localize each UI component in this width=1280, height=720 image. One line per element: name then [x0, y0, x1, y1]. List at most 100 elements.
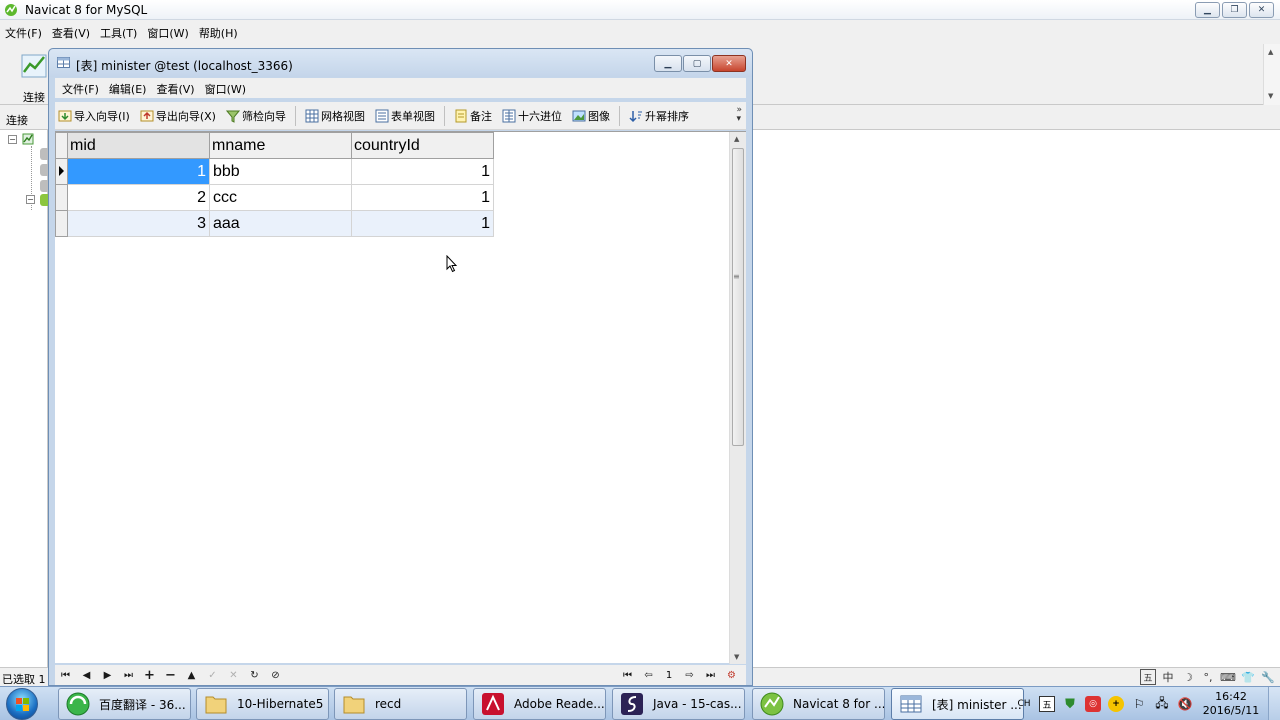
table-row[interactable]: 1 bbb 1 — [55, 158, 494, 185]
scroll-thumb[interactable] — [732, 148, 744, 446]
row-indicator[interactable] — [55, 184, 68, 211]
stop-icon[interactable]: ⊘ — [265, 666, 286, 684]
row-indicator[interactable] — [55, 210, 68, 237]
cell-mid[interactable]: 3 — [67, 210, 210, 237]
cell-countryid[interactable]: 1 — [351, 184, 494, 211]
taskbar-item-folder-hibernate[interactable]: 10-Hibernate5 — [196, 688, 329, 720]
next-record-icon[interactable]: ▶ — [97, 666, 118, 684]
table-window-titlebar[interactable]: [表] minister @test (localhost_3366) ▁ ▢ … — [49, 49, 752, 77]
table-menu-window[interactable]: 窗口(W) — [200, 78, 251, 98]
cell-countryid[interactable]: 1 — [351, 158, 494, 185]
cancel-changes-icon[interactable]: ✕ — [223, 666, 244, 684]
ime-punct-icon[interactable]: °, — [1200, 669, 1216, 685]
tree-collapse-icon[interactable]: − — [8, 135, 17, 144]
table-row[interactable]: 3 aaa 1 — [55, 210, 494, 237]
page-settings-icon[interactable]: ⚙ — [721, 666, 742, 684]
hex-button[interactable]: 十六进位 — [499, 105, 565, 127]
export-wizard-button[interactable]: 导出向导(X) — [137, 105, 219, 127]
scroll-down-icon[interactable]: ▼ — [1268, 92, 1273, 100]
memo-button[interactable]: 备注 — [451, 105, 495, 127]
start-button[interactable] — [6, 688, 38, 720]
security-shield-icon[interactable]: ⛊ — [1062, 696, 1078, 712]
scroll-up-icon[interactable]: ▲ — [734, 135, 739, 143]
prev-page-icon[interactable]: ⇦ — [638, 666, 659, 684]
first-record-icon[interactable]: ⏮ — [55, 666, 76, 684]
cell-mname[interactable]: ccc — [209, 184, 352, 211]
taskbar-item-eclipse-java[interactable]: Java - 15-cas... — [612, 688, 745, 720]
row-indicator[interactable] — [55, 158, 68, 185]
action-center-flag-icon[interactable]: ⚐ — [1131, 696, 1147, 712]
row-header-corner[interactable] — [55, 132, 68, 159]
network-icon[interactable]: 🖧 — [1154, 696, 1170, 712]
last-page-icon[interactable]: ⏭ — [700, 666, 721, 684]
volume-muted-icon[interactable]: 🔇 — [1177, 696, 1193, 712]
connect-button[interactable]: 连接 — [16, 50, 52, 104]
cell-mid[interactable]: 1 — [67, 158, 210, 185]
table-menu-edit[interactable]: 编辑(E) — [104, 78, 152, 98]
sort-ascending-button[interactable]: 升幂排序 — [626, 105, 692, 127]
cell-mid[interactable]: 2 — [67, 184, 210, 211]
cell-countryid[interactable]: 1 — [351, 210, 494, 237]
table-menu-file[interactable]: 文件(F) — [57, 78, 104, 98]
main-restore-button[interactable]: ❐ — [1222, 2, 1247, 18]
show-desktop-button[interactable] — [1268, 687, 1280, 720]
form-view-button[interactable]: 表单视图 — [372, 105, 438, 127]
image-button[interactable]: 图像 — [569, 105, 613, 127]
main-close-button[interactable]: ✕ — [1249, 2, 1274, 18]
taskbar-item-folder-recd[interactable]: recd — [334, 688, 467, 720]
apply-changes-icon[interactable]: ✓ — [202, 666, 223, 684]
toolbar-overflow-icon[interactable]: » ▾ — [736, 106, 742, 124]
ime-keyboard-icon[interactable]: ⌨ — [1220, 669, 1236, 685]
refresh-icon[interactable]: ↻ — [244, 666, 265, 684]
scroll-down-icon[interactable]: ▼ — [734, 653, 739, 661]
tree-collapse-icon[interactable]: − — [26, 195, 35, 204]
table-menu-view[interactable]: 查看(V) — [151, 78, 199, 98]
table-row[interactable]: 2 ccc 1 — [55, 184, 494, 211]
filter-wizard-button[interactable]: 筛检向导 — [223, 105, 289, 127]
taskbar-item-browser[interactable]: 百度翻译 - 36... — [58, 688, 191, 720]
scroll-up-icon[interactable]: ▲ — [1268, 48, 1273, 56]
antivirus-icon[interactable]: ◎ — [1085, 696, 1101, 712]
ime-mode-icon[interactable]: 五 — [1140, 669, 1156, 685]
tree-item-db-test[interactable] — [40, 194, 48, 206]
ime-lang-indicator[interactable]: 中 — [1160, 669, 1176, 685]
last-record-icon[interactable]: ⏭ — [118, 666, 139, 684]
next-page-icon[interactable]: ⇨ — [679, 666, 700, 684]
taskbar-item-adobe-reader[interactable]: Adobe Reade... — [473, 688, 606, 720]
column-header-mname[interactable]: mname — [209, 132, 352, 159]
tree-item-db-2[interactable] — [40, 164, 48, 176]
toolbar-scroll[interactable]: ▲ ▼ — [1263, 44, 1280, 105]
table-maximize-button[interactable]: ▢ — [683, 55, 711, 72]
first-page-icon[interactable]: ⏮ — [617, 666, 638, 684]
tree-item-db-3[interactable] — [40, 180, 48, 192]
plus-tray-icon[interactable]: + — [1108, 696, 1124, 712]
taskbar-item-navicat[interactable]: Navicat 8 for ... — [752, 688, 885, 720]
language-indicator[interactable]: CH — [1016, 696, 1032, 712]
edit-record-icon[interactable]: ▲ — [181, 666, 202, 684]
page-number[interactable]: 1 — [659, 670, 679, 681]
main-menu-file[interactable]: 文件(F) — [0, 22, 47, 42]
main-menu-view[interactable]: 查看(V) — [47, 22, 95, 42]
cell-mname[interactable]: aaa — [209, 210, 352, 237]
tree-item-db-1[interactable] — [40, 148, 48, 160]
grid-view-button[interactable]: 网格视图 — [302, 105, 368, 127]
add-record-icon[interactable]: + — [139, 666, 160, 684]
main-menu-help[interactable]: 帮助(H) — [194, 22, 243, 42]
data-grid[interactable]: mid mname countryId 1 bbb 1 2 ccc 1 3 aa… — [55, 131, 746, 664]
taskbar-item-table-window[interactable]: [表] minister ... — [891, 688, 1024, 720]
prev-record-icon[interactable]: ◀ — [76, 666, 97, 684]
grid-vertical-scrollbar[interactable]: ▲ ≡ ▼ — [729, 132, 746, 664]
column-header-mid[interactable]: mid — [67, 132, 210, 159]
ime-settings-icon[interactable]: 🔧 — [1260, 669, 1276, 685]
import-wizard-button[interactable]: 导入向导(I) — [55, 105, 133, 127]
cell-mname[interactable]: bbb — [209, 158, 352, 185]
connection-tree[interactable]: − − — [0, 130, 48, 667]
ime-tray-icon[interactable]: 五 — [1039, 696, 1055, 712]
table-minimize-button[interactable]: ▁ — [654, 55, 682, 72]
taskbar-clock[interactable]: 16:42 2016/5/11 — [1200, 690, 1262, 718]
column-header-countryid[interactable]: countryId — [351, 132, 494, 159]
ime-moon-icon[interactable]: ☽ — [1180, 669, 1196, 685]
connection-node-icon[interactable] — [22, 133, 34, 145]
main-minimize-button[interactable]: ▁ — [1195, 2, 1220, 18]
delete-record-icon[interactable]: − — [160, 666, 181, 684]
